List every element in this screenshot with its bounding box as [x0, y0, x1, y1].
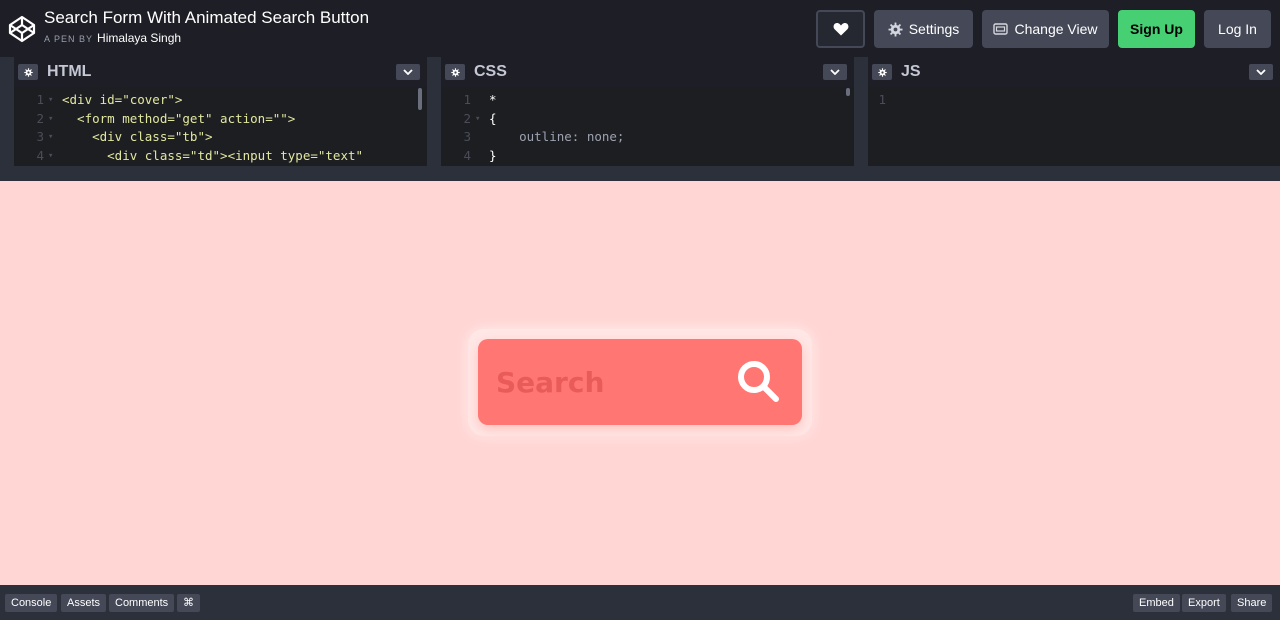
line-number: 4	[36, 147, 44, 163]
line-number: 4	[463, 147, 471, 163]
change-view-label: Change View	[1014, 21, 1098, 37]
html-settings-button[interactable]	[18, 64, 38, 80]
css-scrollbar[interactable]	[846, 88, 850, 96]
html-editor: HTML 1 ▾ <div id="cover"> 2 ▾ <form method=…	[14, 57, 427, 166]
code-line: 1	[868, 91, 1280, 110]
html-editor-header: HTML	[14, 57, 427, 87]
settings-label: Settings	[908, 21, 960, 37]
keyboard-shortcuts-button[interactable]: ⌘	[177, 594, 200, 612]
search-form	[478, 339, 802, 425]
code-text: {	[489, 110, 497, 126]
fold-arrow-icon[interactable]: ▾	[475, 110, 489, 129]
js-editor-title: JS	[901, 63, 921, 80]
line-number: 2	[36, 110, 44, 126]
sign-up-button[interactable]: Sign Up	[1118, 10, 1195, 48]
pen-header: Search Form With Animated Search Button …	[0, 0, 1280, 57]
line-number: 1	[878, 92, 886, 107]
gear-icon	[450, 67, 460, 77]
css-code-area[interactable]: 1 * 2 ▾{ 3 outline: none; 4}	[441, 87, 854, 166]
search-button[interactable]	[734, 357, 784, 407]
css-editor: CSS 1 * 2 ▾{ 3 outline: none; 4}	[441, 57, 854, 166]
code-line: 3 outline: none;	[441, 128, 854, 147]
css-editor-title: CSS	[474, 63, 507, 80]
fold-arrow-icon[interactable]: ▾	[48, 110, 62, 129]
css-settings-button[interactable]	[445, 64, 465, 80]
js-editor-header: JS	[868, 57, 1280, 87]
line-number: 3	[36, 129, 44, 144]
code-line: 3 ▾ <div class="tb">	[14, 128, 427, 147]
comments-button[interactable]: Comments	[109, 594, 175, 612]
console-button[interactable]: Console	[5, 594, 58, 612]
pen-title: Search Form With Animated Search Button	[44, 8, 370, 27]
author-link[interactable]: Himalaya Singh	[97, 31, 181, 45]
search-icon	[738, 361, 779, 402]
gear-icon	[877, 67, 887, 77]
result-preview	[0, 181, 1280, 585]
fold-arrow-icon[interactable]: ▾	[48, 128, 62, 147]
gear-icon	[23, 67, 33, 77]
embed-button[interactable]: Embed	[1133, 594, 1180, 612]
css-editor-header: CSS	[441, 57, 854, 87]
line-number: 2	[463, 110, 471, 126]
editor-divider[interactable]	[854, 57, 868, 166]
code-text: *	[489, 92, 497, 107]
editor-panels: HTML 1 ▾ <div id="cover"> 2 ▾ <form method=…	[0, 57, 1280, 166]
code-line: 4}	[441, 147, 854, 166]
editor-left-edge	[0, 57, 14, 166]
html-editor-title: HTML	[47, 63, 92, 80]
preview-resize-handle[interactable]	[0, 166, 1280, 181]
editor-divider[interactable]	[427, 57, 441, 166]
js-collapse-button[interactable]	[1249, 64, 1273, 80]
chevron-down-icon	[830, 69, 840, 75]
js-settings-button[interactable]	[872, 64, 892, 80]
settings-button[interactable]: Settings	[874, 10, 973, 48]
code-text: <div class="tb">	[62, 129, 213, 144]
html-scrollbar[interactable]	[418, 88, 422, 110]
code-line: 4 ▾ <div class="td"><input type="text"	[14, 147, 427, 166]
code-text: outline: none;	[489, 129, 625, 144]
pen-author-line: A PEN BY Himalaya Singh	[44, 31, 369, 46]
line-number: 1	[36, 92, 44, 107]
code-text: <form method="get" action="">	[62, 110, 296, 126]
code-text: <div id="cover">	[62, 92, 183, 107]
code-line: 1 *	[441, 91, 854, 110]
chevron-down-icon	[403, 69, 413, 75]
heart-button[interactable]	[816, 10, 865, 48]
js-code-area[interactable]: 1	[868, 87, 1280, 166]
log-in-button[interactable]: Log In	[1204, 10, 1271, 48]
code-line: 1 ▾ <div id="cover">	[14, 91, 427, 110]
js-editor: JS 1	[868, 57, 1280, 166]
line-number: 3	[463, 129, 471, 144]
css-collapse-button[interactable]	[823, 64, 847, 80]
assets-button[interactable]: Assets	[61, 594, 107, 612]
gear-icon	[888, 21, 903, 37]
code-text: <div class="td"><input type="text"	[62, 147, 364, 163]
fold-arrow-icon[interactable]: ▾	[48, 147, 62, 166]
change-view-button[interactable]: Change View	[982, 10, 1109, 48]
heart-icon	[833, 23, 848, 36]
code-line: 2 ▾ <form method="get" action="">	[14, 110, 427, 129]
code-line: 2 ▾{	[441, 110, 854, 129]
html-collapse-button[interactable]	[396, 64, 420, 80]
export-button[interactable]: Export	[1182, 594, 1226, 612]
line-number: 1	[463, 92, 471, 107]
codepen-logo-icon[interactable]	[8, 15, 36, 43]
pen-by-label: A PEN BY	[44, 34, 94, 44]
chevron-down-icon	[1256, 69, 1266, 75]
share-button[interactable]: Share	[1231, 594, 1273, 612]
pen-title-block: Search Form With Animated Search Button …	[44, 8, 369, 46]
search-input[interactable]	[496, 359, 726, 405]
html-code-area[interactable]: 1 ▾ <div id="cover"> 2 ▾ <form method="get"…	[14, 87, 427, 166]
pen-footer: Console Assets Comments ⌘ Embed Export S…	[0, 585, 1280, 620]
fold-arrow-icon[interactable]: ▾	[48, 91, 62, 110]
code-text: }	[489, 147, 497, 163]
change-view-icon	[993, 23, 1009, 35]
